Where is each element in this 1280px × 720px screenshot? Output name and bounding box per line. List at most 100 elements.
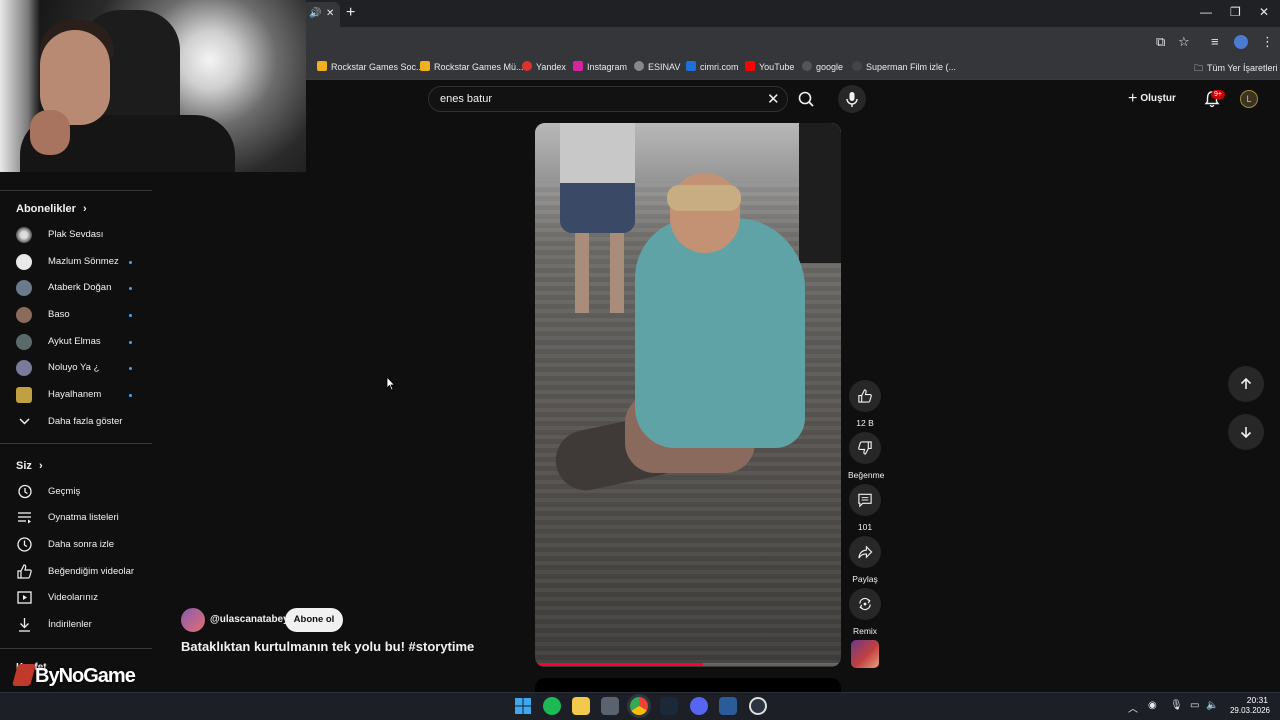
like-button[interactable]: 12 B — [848, 380, 882, 428]
channel-avatar[interactable] — [181, 608, 205, 632]
short-video-player[interactable] — [535, 123, 841, 667]
bookmark-rockstar-music[interactable]: Rockstar Games Mü... — [420, 61, 524, 72]
bookmark-cimri[interactable]: cimri.com — [686, 61, 739, 72]
speaker-icon[interactable]: 🔊 — [309, 8, 321, 19]
audio-source-thumbnail[interactable] — [851, 640, 879, 668]
next-short-button[interactable] — [1228, 414, 1264, 450]
sidebar-item-noluyo-ya[interactable]: Noluyo Ya ¿ — [0, 355, 152, 381]
bookmark-rockstar-social[interactable]: Rockstar Games Soc... — [317, 61, 424, 72]
sidebar-item-label: Noluyo Ya ¿ — [48, 362, 100, 373]
microphone-tray-icon[interactable]: 🎙 — [1170, 700, 1183, 711]
share-label: Paylaş — [852, 574, 878, 584]
sidebar-item-mazlum-sonmez[interactable]: Mazlum Sönmez — [0, 249, 152, 275]
sidebar-item-ataberk-dogan[interactable]: Ataberk Doğan — [0, 275, 152, 301]
progress-bar[interactable] — [535, 663, 704, 666]
thumbs-down-icon — [858, 441, 872, 455]
bookmark-instagram[interactable]: Instagram — [573, 61, 627, 72]
rockstar-icon — [420, 61, 430, 71]
video-teal-jacket — [635, 218, 805, 448]
display-tray-icon[interactable]: ▭ — [1190, 700, 1199, 711]
menu-kebab-icon[interactable]: ⋮ — [1261, 34, 1274, 50]
sidebar-item-label: Ataberk Doğan — [48, 282, 112, 293]
create-button[interactable]: + Oluştur — [1128, 90, 1176, 108]
clock-time[interactable]: 20:31 — [1246, 695, 1268, 705]
chrome-icon[interactable] — [630, 697, 648, 715]
windows-start-icon[interactable] — [514, 697, 532, 715]
remix-button[interactable]: Remix — [848, 588, 882, 636]
volume-icon[interactable]: 🔈 — [1206, 700, 1218, 711]
microsoft-store-icon[interactable] — [601, 697, 619, 715]
new-tab-button[interactable]: + — [346, 4, 355, 22]
clock-date[interactable]: 29.03.2026 — [1228, 706, 1270, 715]
you-heading[interactable]: Siz › — [16, 460, 43, 472]
short-title[interactable]: Bataklıktan kurtulmanın tek yolu bu! #st… — [181, 639, 474, 654]
sidebar-item-watch-later[interactable]: Daha sonra izle — [0, 532, 152, 558]
media-control-icon[interactable]: ≡ — [1211, 34, 1219, 49]
rockstar-icon — [317, 61, 327, 71]
voice-search-button[interactable] — [838, 85, 866, 113]
channel-avatar — [16, 334, 32, 350]
share-button[interactable]: Paylaş — [848, 536, 882, 584]
new-content-dot — [129, 367, 132, 370]
youtube-icon — [745, 61, 755, 71]
bookmark-superman[interactable]: Superman Film izle (... — [852, 61, 956, 72]
subscriptions-heading[interactable]: Abonelikler › — [16, 203, 87, 215]
channel-avatar — [16, 387, 32, 403]
previous-short-button[interactable] — [1228, 366, 1264, 402]
search-input[interactable]: enes batur — [440, 93, 492, 105]
next-short-preview[interactable] — [535, 678, 841, 692]
search-button[interactable] — [792, 86, 822, 112]
share-icon — [858, 545, 873, 559]
sidebar-item-baso[interactable]: Baso — [0, 302, 152, 328]
steam-icon[interactable] — [660, 697, 678, 715]
battle-net-icon[interactable] — [719, 697, 737, 715]
chevron-right-icon: › — [82, 203, 87, 215]
bookmark-esinav[interactable]: ESINAV — [634, 61, 680, 72]
clock-icon — [17, 537, 32, 552]
notification-badge: 9+ — [1211, 90, 1225, 99]
steam-tray-icon[interactable]: ◉ — [1148, 700, 1157, 711]
sidebar-item-label: Plak Sevdası — [48, 229, 104, 240]
sidebar-item-downloads[interactable]: İndirilenler — [0, 612, 152, 638]
clear-search-icon[interactable]: ✕ — [767, 90, 780, 108]
arrow-up-icon — [1240, 377, 1252, 389]
active-tab[interactable]: 🔊 ✕ — [300, 2, 340, 27]
close-tab-icon[interactable]: ✕ — [326, 8, 334, 19]
sidebar-item-history[interactable]: Geçmiş — [0, 479, 152, 505]
sidebar-item-playlists[interactable]: Oynatma listeleri — [0, 505, 152, 531]
channel-handle[interactable]: @ulascanatabey — [210, 614, 289, 625]
bookmark-yandex[interactable]: Yandex — [522, 61, 566, 72]
close-window-button[interactable]: ✕ — [1259, 5, 1269, 19]
profile-avatar-icon[interactable] — [1234, 35, 1248, 49]
gaming-app-icon[interactable] — [749, 697, 767, 715]
dislike-button[interactable]: Beğenme — [848, 432, 885, 480]
sidebar-item-your-videos[interactable]: Videolarınız — [0, 585, 152, 611]
bookmark-star-icon[interactable]: ☆ — [1178, 34, 1190, 50]
sidebar-item-liked-videos[interactable]: Beğendiğim videolar — [0, 559, 152, 585]
like-count: 12 B — [856, 418, 874, 428]
all-bookmarks-folder[interactable]: 🗀 Tüm Yer İşaretleri — [1194, 61, 1278, 77]
discord-icon[interactable] — [690, 697, 708, 715]
sidebar-item-hayalhanem[interactable]: Hayalhanem — [0, 382, 152, 408]
subscribe-button[interactable]: Abone ol — [285, 608, 343, 632]
tray-chevron-up-icon[interactable]: ︿ — [1128, 700, 1138, 715]
globe-icon — [634, 61, 644, 71]
file-explorer-icon[interactable] — [572, 697, 590, 715]
dislike-label: Beğenme — [848, 470, 885, 480]
account-avatar[interactable]: L — [1240, 90, 1258, 108]
search-box[interactable]: enes batur ✕ — [428, 86, 788, 112]
minimize-button[interactable]: — — [1200, 5, 1212, 19]
bookmark-youtube[interactable]: YouTube — [745, 61, 794, 72]
comments-button[interactable]: 101 — [848, 484, 882, 532]
install-app-icon[interactable]: ⧉ — [1156, 34, 1165, 50]
sidebar-item-plak-sevdasi[interactable]: Plak Sevdası — [0, 222, 152, 248]
history-icon — [18, 484, 32, 499]
bookmark-google[interactable]: google — [802, 61, 843, 72]
sidebar-item-label: Geçmiş — [48, 486, 81, 497]
restore-button[interactable]: ❐ — [1230, 5, 1241, 19]
spotify-icon[interactable] — [543, 697, 561, 715]
show-more-button[interactable]: Daha fazla göster — [0, 409, 152, 435]
sidebar-item-aykut-elmas[interactable]: Aykut Elmas — [0, 329, 152, 355]
new-content-dot — [129, 314, 132, 317]
webcam-overlay — [0, 0, 306, 172]
